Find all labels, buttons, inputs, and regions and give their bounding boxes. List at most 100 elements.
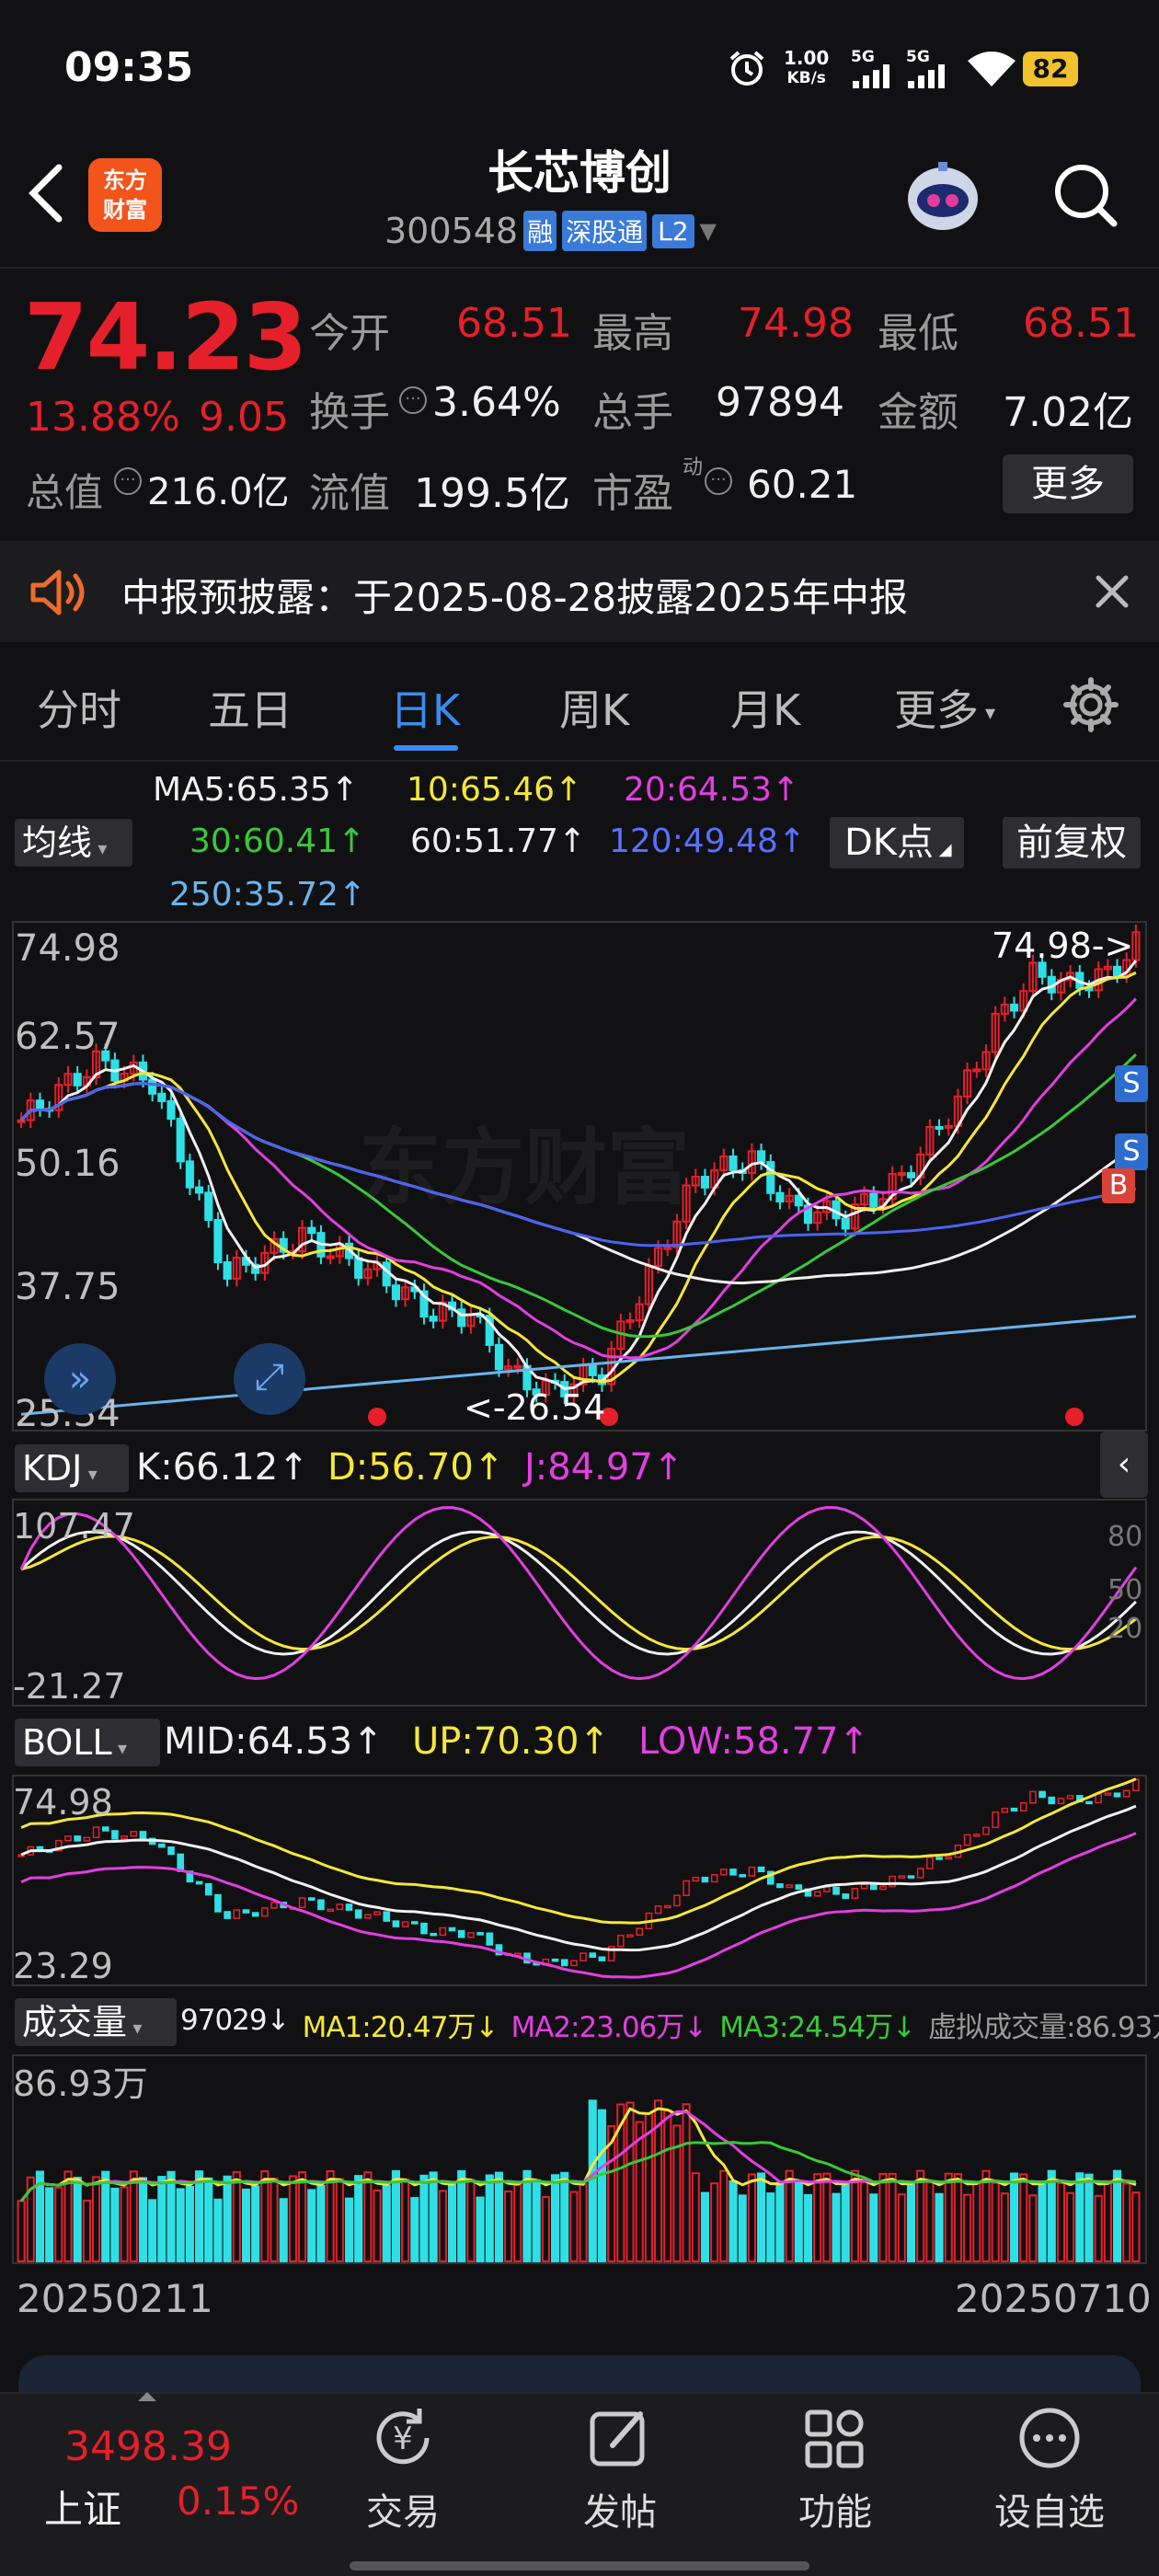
volume-button[interactable]: 成交量 ▾ — [15, 1998, 177, 2046]
boll-chart[interactable]: 74.98 23.29 — [0, 1774, 1159, 1989]
boll-candle — [739, 1874, 747, 1878]
yen-refresh-icon: ¥ — [376, 2409, 430, 2465]
boll-candle — [916, 1868, 924, 1879]
nav-trade[interactable]: ¥ 交易 — [357, 2401, 449, 2539]
ma10-value: 10:65.46↑ — [407, 771, 583, 809]
nav-post[interactable]: 发帖 — [574, 2401, 666, 2539]
more-button[interactable]: 更多 — [1003, 454, 1133, 513]
volume-bar — [494, 2171, 504, 2262]
nav-functions[interactable]: 功能 — [789, 2401, 881, 2539]
boll-candle — [83, 1836, 91, 1842]
volume-chart[interactable]: 86.93万 — [0, 2053, 1159, 2265]
turnover-value: 3.64% — [432, 379, 561, 426]
info-icon[interactable]: ··· — [399, 386, 427, 414]
volume-bar — [635, 2121, 644, 2263]
fullscreen-button[interactable]: ⤢ — [234, 1343, 305, 1415]
boll-candle — [383, 1911, 391, 1922]
tab-monthly-k[interactable]: 月K — [730, 677, 800, 738]
tab-intraday[interactable]: 分时 — [37, 677, 121, 738]
kline-candle — [251, 1257, 260, 1282]
signal-dot — [1065, 1408, 1084, 1426]
volume-bar — [298, 2171, 307, 2262]
close-icon[interactable] — [1091, 570, 1133, 613]
nav-watchlist[interactable]: 设自选 — [990, 2401, 1109, 2539]
kline-candle — [991, 1006, 1000, 1060]
volume-bar — [438, 2190, 447, 2262]
kline-candle — [54, 1076, 63, 1118]
boll-candle — [551, 1958, 559, 1962]
tab-five-day[interactable]: 五日 — [208, 677, 293, 738]
volume-bar — [766, 2192, 775, 2262]
collapse-button[interactable]: ‹ — [1100, 1432, 1148, 1498]
boll-button[interactable]: BOLL ▾ — [15, 1719, 160, 1766]
volume-bar — [832, 2192, 841, 2263]
volume-bar — [148, 2199, 157, 2262]
search-icon[interactable] — [1049, 158, 1122, 232]
volume-bar — [129, 2170, 138, 2262]
settings-gear-icon[interactable] — [1061, 675, 1120, 734]
volume-bar — [335, 2178, 344, 2262]
info-icon-3[interactable]: ··· — [705, 467, 732, 495]
corner-icon: ◢ — [934, 840, 952, 859]
boll-candle — [972, 1834, 981, 1837]
kline-candle — [663, 1239, 672, 1257]
kdj-k-line — [20, 1530, 1137, 1656]
tag-rong: 融 — [523, 211, 557, 251]
boll-candle — [813, 1891, 821, 1897]
volume-bar — [1075, 2172, 1084, 2263]
volume-bar — [363, 2171, 373, 2262]
volume-bar — [382, 2184, 391, 2263]
expand-left-button[interactable]: » — [44, 1343, 116, 1415]
kline-candle — [747, 1143, 756, 1181]
boll-candle — [580, 1952, 587, 1961]
stock-name: 长芯博创 — [488, 146, 671, 200]
index-ticker[interactable]: 3498.39 上证 0.15% — [0, 2392, 304, 2539]
volume-bar — [897, 2193, 906, 2262]
volume-bar — [1019, 2173, 1028, 2262]
back-button[interactable] — [22, 156, 77, 230]
volume-bar — [682, 2103, 691, 2262]
robot-assistant-icon[interactable] — [901, 155, 984, 237]
adjust-button[interactable]: 前复权 — [1003, 817, 1141, 868]
volume-bar — [850, 2169, 859, 2262]
boll-candle — [448, 1926, 456, 1932]
volume-bar — [138, 2177, 148, 2262]
boll-candle — [626, 1934, 634, 1938]
date-start: 20250211 — [17, 2276, 213, 2321]
change-pct: 13.88% — [26, 394, 180, 441]
boll-candle — [1001, 1807, 1009, 1813]
stock-code-row[interactable]: 300548 融 深股通 L2 ▼ — [384, 210, 717, 252]
volume-bar — [1000, 2192, 1009, 2262]
volume-bar — [91, 2176, 101, 2263]
volume-bar — [419, 2174, 429, 2263]
tab-more[interactable]: 更多 ▾ — [894, 677, 995, 738]
kdj-button[interactable]: KDJ ▾ — [15, 1444, 129, 1492]
info-icon-2[interactable]: ··· — [114, 467, 142, 495]
tab-weekly-k[interactable]: 周K — [559, 677, 629, 738]
change-amount: 9.05 — [199, 394, 289, 441]
dk-button[interactable]: DK点 ◢ — [830, 817, 964, 868]
kdj-chart[interactable]: 107.47 -21.27 80 50 20 — [0, 1498, 1159, 1709]
volume-bar — [110, 2187, 120, 2263]
tab-daily-k[interactable]: 日K — [390, 677, 460, 738]
signal-badge-s1: S — [1115, 1065, 1148, 1102]
volume-bar — [822, 2172, 832, 2263]
app-logo: 东方 财富 — [88, 158, 162, 232]
ma-button[interactable]: 均线 ▾ — [15, 819, 132, 867]
volume-bar — [466, 2179, 476, 2262]
kline-chart[interactable]: 东方财富 74.9862.5750.1637.7525.34 — [0, 920, 1159, 1435]
boll-candle — [130, 1831, 138, 1837]
kline-candle — [195, 1179, 204, 1201]
caret-down-icon: ▾ — [979, 702, 996, 725]
boll-candle — [963, 1834, 971, 1846]
volume-bar — [82, 2199, 91, 2262]
boll-candle — [617, 1935, 625, 1948]
boll-candle — [1029, 1790, 1037, 1804]
boll-candle — [158, 1843, 166, 1848]
volume-bar — [429, 2171, 438, 2262]
boll-candle — [64, 1835, 72, 1842]
kline-min-label: <-26.54 — [464, 1387, 606, 1428]
boll-up: UP:70.30↑ — [412, 1720, 610, 1763]
boll-candle — [354, 1909, 362, 1919]
volume-bar — [691, 2172, 700, 2262]
